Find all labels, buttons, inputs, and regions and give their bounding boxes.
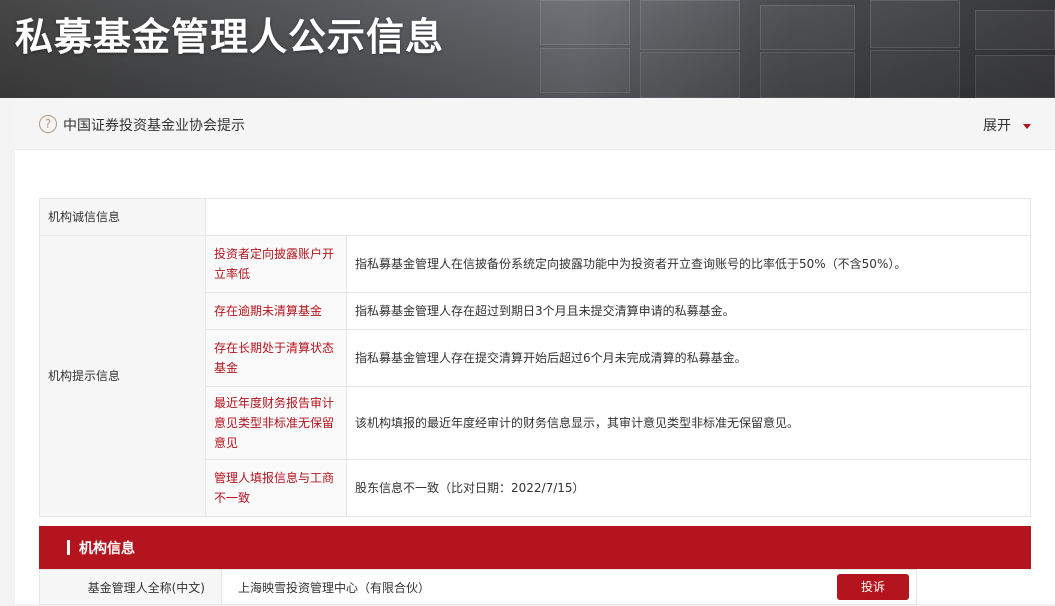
hint-title: 最近年度财务报告审计意见类型非标准无保留意见 [206,387,347,460]
page-header-banner: 私募基金管理人公示信息 [0,0,1055,98]
hint-desc: 指私募基金管理人存在超过到期日3个月且未提交清算申请的私募基金。 [347,293,1031,330]
org-name-label: 基金管理人全称(中文) [39,569,222,605]
caret-down-icon [1023,124,1031,129]
hint-title: 存在逾期未清算基金 [206,293,347,330]
hint-desc: 指私募基金管理人在信披备份系统定向披露功能中为投资者开立查询账号的比率低于50%… [347,236,1031,293]
tip-text: 中国证券投资基金业协会提示 [63,115,245,135]
expand-button[interactable]: 展开 [983,115,1031,135]
page-title: 私募基金管理人公示信息 [15,6,444,61]
org-info-section-header: 机构信息 [39,526,1031,569]
integrity-label: 机构诚信信息 [40,199,206,236]
org-name-value: 上海映雪投资管理中心（有限合伙） [222,569,917,605]
credit-info-table: 机构诚信信息 机构提示信息 投资者定向披露账户开立率低 指私募基金管理人在信披备… [39,198,1031,517]
org-name-row: 基金管理人全称(中文) 上海映雪投资管理中心（有限合伙） 投诉 [39,569,1031,605]
integrity-value [206,199,1031,236]
association-tip-bar: ? 中国证券投资基金业协会提示 展开 [15,98,1055,150]
hint-title: 存在长期处于清算状态基金 [206,330,347,387]
table-row: 机构诚信信息 [40,199,1031,236]
hint-desc: 股东信息不一致（比对日期：2022/7/15） [347,460,1031,517]
main-panel: 机构诚信信息 机构提示信息 投资者定向披露账户开立率低 指私募基金管理人在信披备… [15,150,1055,604]
table-row: 机构提示信息 投资者定向披露账户开立率低 指私募基金管理人在信披备份系统定向披露… [40,236,1031,293]
complain-button[interactable]: 投诉 [837,574,909,600]
question-circle-icon: ? [39,115,57,133]
section-title: 机构信息 [79,538,135,558]
expand-label: 展开 [983,118,1011,134]
hint-label: 机构提示信息 [40,236,206,517]
section-marker [67,540,70,555]
hint-desc: 指私募基金管理人存在提交清算开始后超过6个月未完成清算的私募基金。 [347,330,1031,387]
hint-title: 管理人填报信息与工商不一致 [206,460,347,517]
hint-title: 投资者定向披露账户开立率低 [206,236,347,293]
hint-desc: 该机构填报的最近年度经审计的财务信息显示，其审计意见类型非标准无保留意见。 [347,387,1031,460]
